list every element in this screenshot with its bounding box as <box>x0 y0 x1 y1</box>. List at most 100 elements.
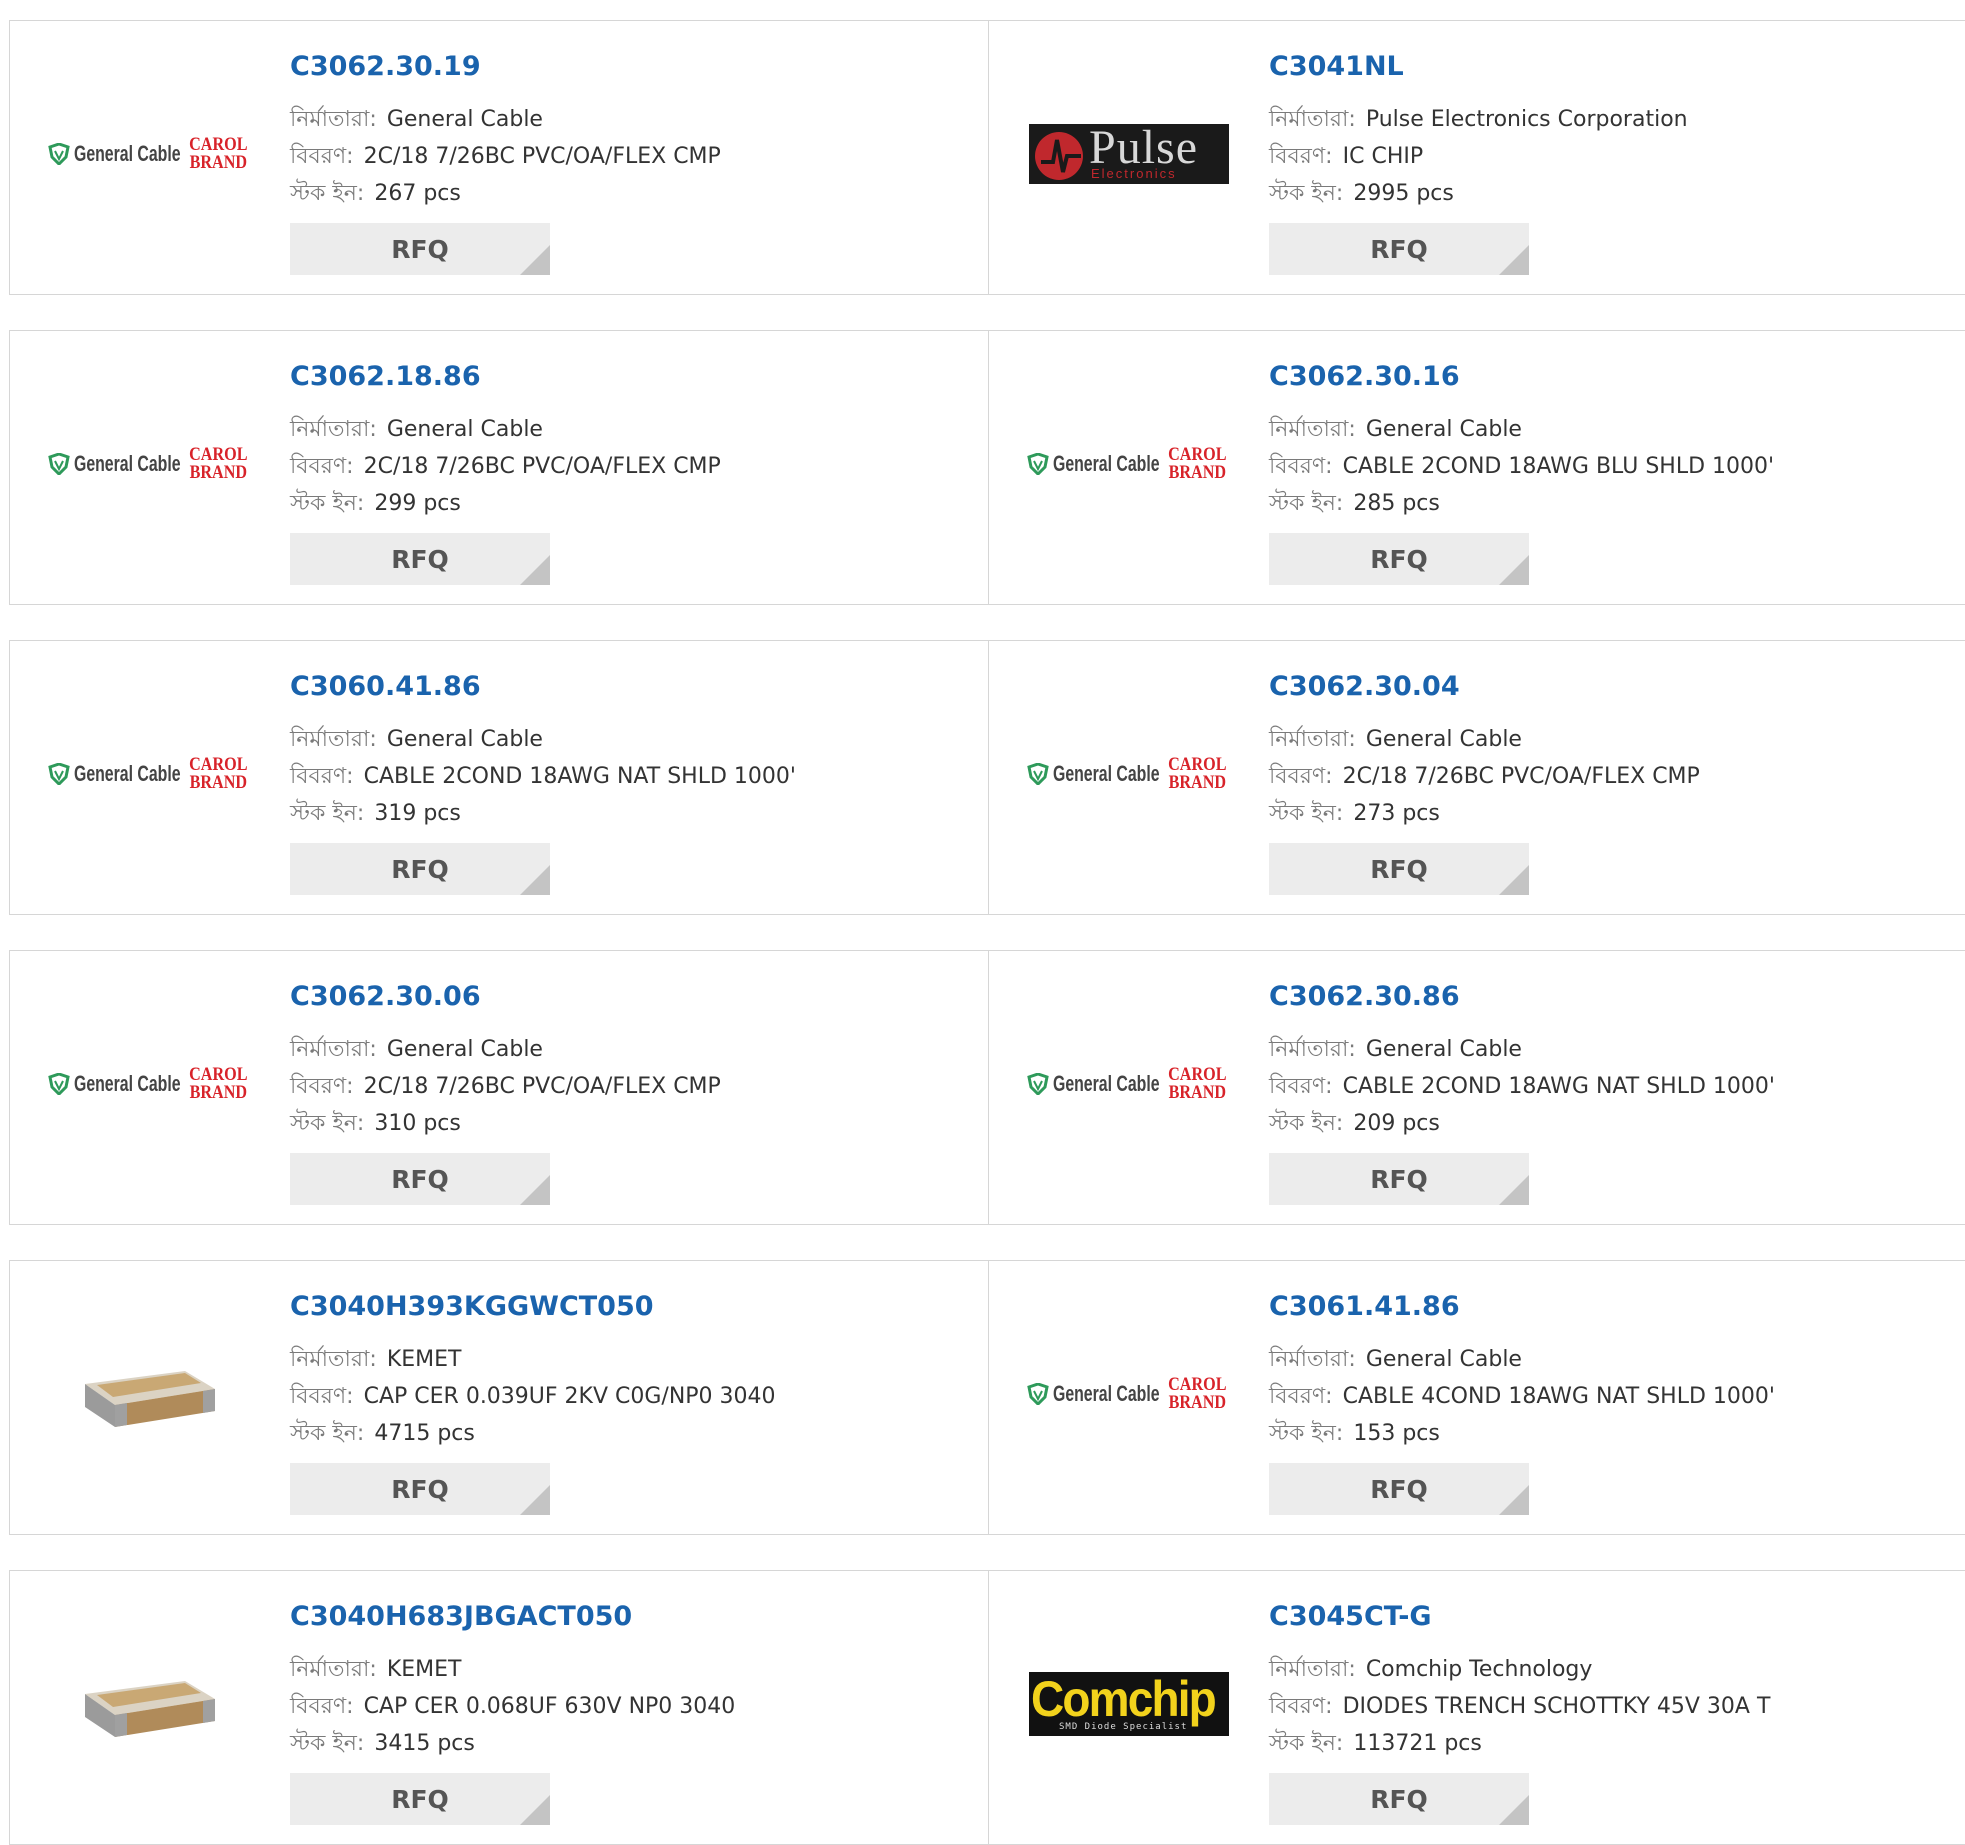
manufacturer-row: নির্মাতারা: Comchip Technology <box>1269 1651 1770 1688</box>
manufacturer-logo[interactable]: General Cable CAROL BRAND <box>1026 399 1229 529</box>
manufacturer-row: নির্মাতারা: General Cable <box>1269 411 1774 448</box>
manufacturer-value: Pulse Electronics Corporation <box>1365 107 1688 132</box>
stock-value: 2995 pcs <box>1353 181 1454 206</box>
rfq-button[interactable]: RFQ <box>290 843 550 895</box>
manufacturer-logo[interactable]: Comchip SMD Diode Specialist <box>1029 1639 1229 1769</box>
stock-value: 209 pcs <box>1353 1111 1440 1136</box>
stock-value: 153 pcs <box>1353 1421 1440 1446</box>
manufacturer-logo[interactable]: General Cable CAROL BRAND <box>1026 709 1229 839</box>
general-cable-wordmark: General Cable <box>1052 761 1160 786</box>
manufacturer-value: General Cable <box>1365 1347 1522 1372</box>
product-card: General Cable CAROL BRAND C3061.41.86 নির… <box>988 1261 1965 1534</box>
product-row: General Cable CAROL BRAND C3062.18.86 নির… <box>9 330 1965 605</box>
manufacturer-logo[interactable] <box>50 1329 250 1459</box>
manufacturer-logo[interactable]: General Cable CAROL BRAND <box>47 709 253 839</box>
general-cable-wordmark: General Cable <box>73 761 181 786</box>
manufacturer-logo[interactable]: General Cable CAROL BRAND <box>47 1019 250 1149</box>
part-number-link[interactable]: C3045CT-G <box>1269 1601 1432 1632</box>
rfq-button[interactable]: RFQ <box>1269 223 1529 275</box>
rfq-button[interactable]: RFQ <box>1269 1153 1529 1205</box>
stock-label: স্টক ইন: <box>1269 491 1344 516</box>
carol-brand-mark: CAROL BRAND <box>188 1064 248 1103</box>
stock-label: স্টক ইন: <box>290 491 365 516</box>
part-number-link[interactable]: C3040H683JBGACT050 <box>290 1601 632 1632</box>
description-label: বিবরণ: <box>1269 144 1333 169</box>
manufacturer-row: নির্মাতারা: General Cable <box>1269 721 1700 758</box>
rfq-label: RFQ <box>391 1165 449 1194</box>
rfq-label: RFQ <box>391 545 449 574</box>
rfq-button[interactable]: RFQ <box>1269 1463 1529 1515</box>
part-number-link[interactable]: C3062.30.06 <box>290 981 481 1012</box>
manufacturer-logo[interactable]: General Cable CAROL BRAND <box>1026 1329 1232 1459</box>
stock-value: 273 pcs <box>1353 801 1440 826</box>
manufacturer-label: নির্মাতারা: <box>1269 1347 1356 1372</box>
rfq-button[interactable]: RFQ <box>290 1153 550 1205</box>
rfq-button[interactable]: RFQ <box>290 1463 550 1515</box>
product-info: নির্মাতারা: Comchip Technology বিবরণ: DIODE… <box>1269 1651 1770 1762</box>
manufacturer-logo[interactable]: General Cable CAROL BRAND <box>47 399 250 529</box>
general-cable-logo: General Cable CAROL BRAND <box>47 754 253 793</box>
general-cable-wordmark: General Cable <box>73 141 181 166</box>
manufacturer-logo[interactable]: Pulse Electronics <box>1029 89 1229 219</box>
manufacturer-row: নির্মাতারা: General Cable <box>290 1031 721 1068</box>
corner-triangle-icon <box>520 555 550 585</box>
stock-value: 3415 pcs <box>374 1731 475 1756</box>
corner-triangle-icon <box>1499 1175 1529 1205</box>
rfq-button[interactable]: RFQ <box>1269 533 1529 585</box>
description-row: বিবরণ: 2C/18 7/26BC PVC/OA/FLEX CMP <box>1269 758 1700 795</box>
manufacturer-row: নির্মাতারা: General Cable <box>290 101 721 138</box>
product-info: নির্মাতারা: Pulse Electronics Corporation… <box>1269 101 1688 212</box>
manufacturer-value: KEMET <box>386 1657 462 1682</box>
product-card: Pulse Electronics C3041NL নির্মাতারা: Puls… <box>988 21 1965 294</box>
description-value: CABLE 2COND 18AWG NAT SHLD 1000' <box>1342 1074 1775 1099</box>
stock-value: 113721 pcs <box>1353 1731 1482 1756</box>
description-label: বিবরণ: <box>290 1074 354 1099</box>
part-number-link[interactable]: C3061.41.86 <box>1269 1291 1460 1322</box>
product-info: নির্মাতারা: General Cable বিবরণ: 2C/18 7/26… <box>290 101 721 212</box>
product-info: নির্মাতারা: General Cable বিবরণ: 2C/18 7/26… <box>1269 721 1700 832</box>
description-label: বিবরণ: <box>1269 764 1333 789</box>
ceramic-capacitor-image <box>85 1371 215 1427</box>
manufacturer-logo[interactable] <box>50 1639 250 1769</box>
rfq-button[interactable]: RFQ <box>1269 1773 1529 1825</box>
part-number-link[interactable]: C3062.18.86 <box>290 361 481 392</box>
manufacturer-logo[interactable]: General Cable CAROL BRAND <box>1026 1019 1229 1149</box>
description-label: বিবরণ: <box>290 454 354 479</box>
product-info: নির্মাতারা: KEMET বিবরণ: CAP CER 0.068UF 63… <box>290 1651 735 1762</box>
stock-row: স্টক ইন: 267 pcs <box>290 175 721 212</box>
description-label: বিবরণ: <box>1269 454 1333 479</box>
manufacturer-label: নির্মাতারা: <box>290 1037 377 1062</box>
part-number-link[interactable]: C3062.30.16 <box>1269 361 1460 392</box>
rfq-button[interactable]: RFQ <box>290 223 550 275</box>
rfq-label: RFQ <box>1370 1475 1428 1504</box>
part-number-link[interactable]: C3041NL <box>1269 51 1404 82</box>
manufacturer-logo[interactable]: General Cable CAROL BRAND <box>47 89 250 219</box>
description-row: বিবরণ: CABLE 2COND 18AWG NAT SHLD 1000' <box>1269 1068 1775 1105</box>
description-label: বিবরণ: <box>1269 1694 1333 1719</box>
manufacturer-value: Comchip Technology <box>1365 1657 1593 1682</box>
carol-brand-mark: CAROL BRAND <box>188 754 248 793</box>
shield-icon <box>47 143 70 165</box>
part-number-link[interactable]: C3060.41.86 <box>290 671 481 702</box>
rfq-button[interactable]: RFQ <box>1269 843 1529 895</box>
rfq-button[interactable]: RFQ <box>290 533 550 585</box>
part-number-link[interactable]: C3062.30.86 <box>1269 981 1460 1012</box>
rfq-button[interactable]: RFQ <box>290 1773 550 1825</box>
manufacturer-row: নির্মাতারা: General Cable <box>1269 1031 1775 1068</box>
part-number-link[interactable]: C3062.30.19 <box>290 51 481 82</box>
manufacturer-label: নির্মাতারা: <box>290 107 377 132</box>
stock-row: স্টক ইন: 285 pcs <box>1269 485 1774 522</box>
rfq-label: RFQ <box>391 1785 449 1814</box>
stock-label: স্টক ইন: <box>1269 1111 1344 1136</box>
part-number-link[interactable]: C3040H393KGGWCT050 <box>290 1291 654 1322</box>
manufacturer-row: নির্মাতারা: KEMET <box>290 1341 776 1378</box>
manufacturer-label: নির্মাতারা: <box>290 417 377 442</box>
shield-icon <box>47 1073 70 1095</box>
product-card: General Cable CAROL BRAND C3062.18.86 নির… <box>10 331 988 604</box>
stock-label: স্টক ইন: <box>290 1731 365 1756</box>
manufacturer-value: General Cable <box>386 1037 543 1062</box>
description-value: 2C/18 7/26BC PVC/OA/FLEX CMP <box>363 1074 721 1099</box>
general-cable-logo: General Cable CAROL BRAND <box>1026 1375 1232 1412</box>
part-number-link[interactable]: C3062.30.04 <box>1269 671 1460 702</box>
manufacturer-value: General Cable <box>1365 727 1522 752</box>
